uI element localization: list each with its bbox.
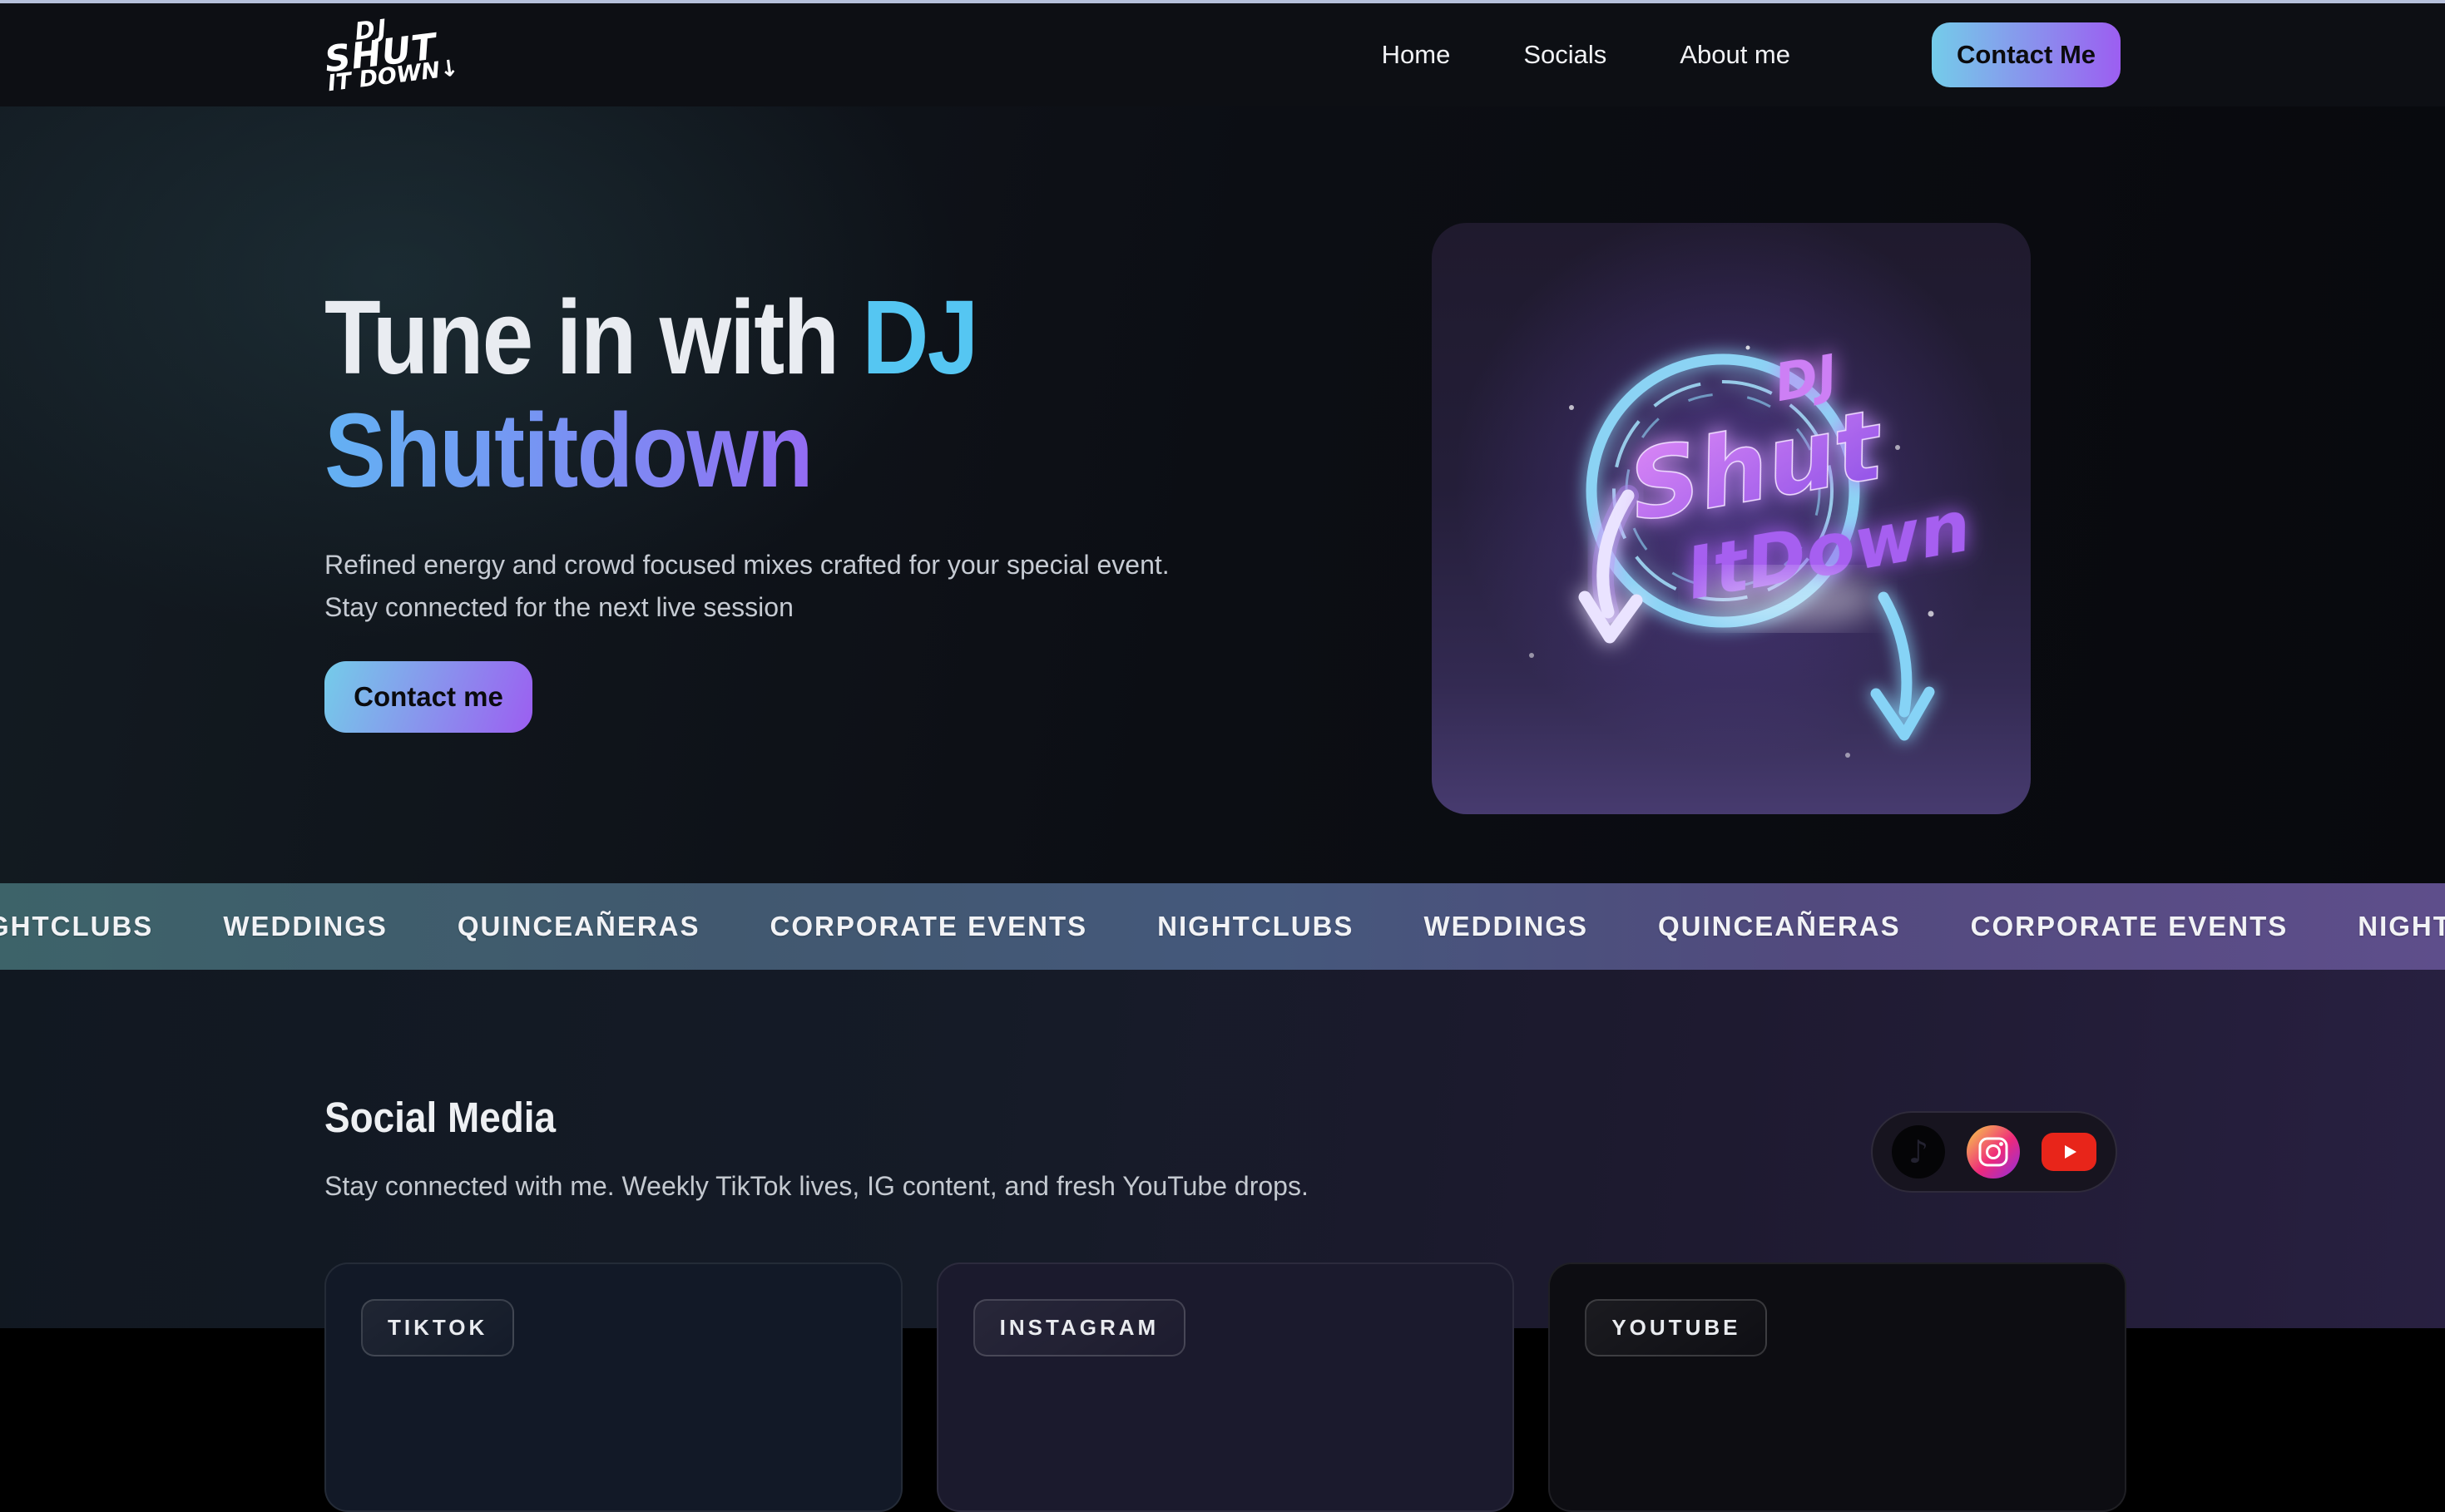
marquee-item: NIGHTCLUBS [1157,911,1354,942]
social-cards-row: TIKTOK INSTAGRAM YOUTUBE [324,1262,2126,1512]
instagram-card[interactable]: INSTAGRAM [937,1262,1515,1512]
glow-core [1696,571,1879,627]
social-media-subtitle: Stay connected with me. Weekly TikTok li… [324,1171,1309,1202]
contact-me-nav-button[interactable]: Contact Me [1932,22,2121,87]
hero-title-prefix: Tune in with [324,279,862,396]
instagram-icon[interactable] [1967,1125,2020,1178]
marquee-item: CORPORATE EVENTS [770,911,1088,942]
nav-link-home[interactable]: Home [1382,40,1451,70]
social-media-heading: Social Media [324,1093,556,1142]
marquee-item: QUINCEAÑERAS [1658,911,1901,942]
marquee-item: CORPORATE EVENTS [1971,911,2289,942]
tiktok-icon[interactable]: ♪ [1892,1125,1945,1178]
youtube-play-glyph [2058,1141,2080,1163]
neon-logo-art: DJ Shut ItDown [1432,223,2031,814]
hero-section: Tune in with DJ Shutitdown Refined energ… [0,106,2445,883]
hero-artwork-card: DJ Shut ItDown [1432,223,2031,814]
contact-me-hero-button[interactable]: Contact me [324,661,532,733]
hero-subtitle-line-2: Stay connected for the next live session [324,586,1170,629]
down-arrow-right [1876,597,1929,735]
dj-shutitdown-logo[interactable]: DJ SHUT IT DOWN↓ [321,11,460,94]
hero-title: Tune in with DJ Shutitdown [324,281,978,507]
hero-subtitle: Refined energy and crowd focused mixes c… [324,544,1170,629]
navbar: DJ SHUT IT DOWN↓ Home Socials About me C… [0,3,2445,106]
instagram-glyph [1977,1136,2009,1168]
events-marquee: NIGHTCLUBS WEDDINGS QUINCEAÑERAS CORPORA… [0,883,2445,970]
hero-title-line-1: Tune in with DJ [324,281,978,394]
hero-title-line-2: Shutitdown [324,394,978,507]
marquee-item: QUINCEAÑERAS [458,911,700,942]
nav-link-socials[interactable]: Socials [1523,40,1606,70]
marquee-item: WEDDINGS [223,911,388,942]
marquee-item: NIGHTCLUBS [0,911,153,942]
marquee-item: NIGHTCLUBS [2358,911,2445,942]
top-hairline [0,0,2445,3]
hero-title-dj: DJ [862,279,977,396]
social-icons-pill: ♪ [1871,1111,2117,1193]
hero-subtitle-line-1: Refined energy and crowd focused mixes c… [324,544,1170,586]
youtube-icon[interactable] [2042,1133,2096,1171]
marquee-item: WEDDINGS [1423,911,1588,942]
social-media-section: Social Media Stay connected with me. Wee… [0,970,2445,1328]
tiktok-card[interactable]: TIKTOK [324,1262,903,1512]
nav-links: Home Socials About me Contact Me [1382,22,2121,87]
youtube-card[interactable]: YOUTUBE [1548,1262,2126,1512]
nav-link-about-me[interactable]: About me [1680,40,1790,70]
